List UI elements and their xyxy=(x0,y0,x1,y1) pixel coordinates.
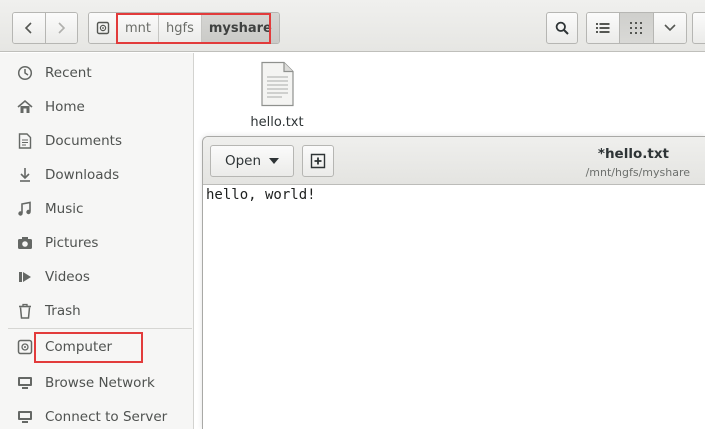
sidebar-item-label: Trash xyxy=(45,303,81,319)
sidebar-item-downloads[interactable]: Downloads xyxy=(0,161,193,189)
sidebar-item-trash[interactable]: Trash xyxy=(0,297,193,325)
home-icon xyxy=(15,97,35,117)
chevron-right-icon xyxy=(58,22,66,34)
search-button[interactable] xyxy=(546,12,578,44)
sidebar-item-label: Videos xyxy=(45,269,90,285)
new-document-icon xyxy=(310,153,326,169)
navigation-buttons xyxy=(12,12,78,44)
new-document-button[interactable] xyxy=(302,145,334,177)
sidebar-item-music[interactable]: Music xyxy=(0,195,193,223)
path-crumb-mnt[interactable]: mnt xyxy=(117,13,158,43)
view-mode-buttons xyxy=(586,12,687,44)
editor-text-area[interactable]: hello, world! xyxy=(206,187,316,203)
sidebar-separator xyxy=(8,328,192,329)
drive-icon xyxy=(96,21,110,35)
grid-view-button[interactable] xyxy=(619,13,653,43)
path-bar: mnt hgfs myshare xyxy=(88,12,280,44)
open-button[interactable]: Open xyxy=(210,145,294,177)
download-icon xyxy=(15,165,35,185)
editor-subtitle: /mnt/hgfs/myshare xyxy=(585,166,690,179)
drive-icon xyxy=(15,337,35,357)
sidebar-item-label: Connect to Server xyxy=(45,409,168,425)
sidebar-item-label: Recent xyxy=(45,65,92,81)
music-icon xyxy=(15,199,35,219)
list-icon xyxy=(596,23,610,33)
network-icon xyxy=(15,373,35,393)
sidebar-item-computer[interactable]: Computer xyxy=(0,333,193,361)
editor-headerbar: Open *hello.txt /mnt/hgfs/myshare xyxy=(203,137,705,185)
camera-icon xyxy=(15,233,35,253)
sidebar-item-home[interactable]: Home xyxy=(0,93,193,121)
sidebar-item-label: Home xyxy=(45,99,85,115)
grid-icon xyxy=(630,22,643,34)
sidebar-item-pictures[interactable]: Pictures xyxy=(0,229,193,257)
file-name: hello.txt xyxy=(250,115,304,130)
sidebar-item-label: Music xyxy=(45,201,84,217)
open-button-label: Open xyxy=(224,153,262,169)
video-icon xyxy=(15,267,35,287)
sidebar-item-label: Downloads xyxy=(45,167,120,183)
path-root-button[interactable] xyxy=(89,13,117,43)
chevron-down-icon xyxy=(664,24,676,32)
sidebar-item-browse-network[interactable]: Browse Network xyxy=(0,369,193,397)
editor-title: *hello.txt xyxy=(597,146,669,162)
sidebar-item-label: Computer xyxy=(45,339,113,355)
forward-button[interactable] xyxy=(44,13,77,43)
view-options-button[interactable] xyxy=(652,13,686,43)
menu-button[interactable] xyxy=(692,12,705,44)
document-icon xyxy=(15,131,35,151)
path-crumb-hgfs[interactable]: hgfs xyxy=(158,13,201,43)
file-item-hello-txt[interactable]: hello.txt xyxy=(242,61,312,130)
file-manager-headerbar: mnt hgfs myshare xyxy=(0,0,705,52)
search-icon xyxy=(555,21,569,35)
trash-icon xyxy=(15,301,35,321)
sidebar-item-connect-to-server[interactable]: Connect to Server xyxy=(0,403,193,429)
back-button[interactable] xyxy=(13,13,45,43)
text-editor-window: Open *hello.txt /mnt/hgfs/myshare hello,… xyxy=(202,136,705,429)
sidebar-item-videos[interactable]: Videos xyxy=(0,263,193,291)
caret-down-icon xyxy=(269,158,280,164)
text-file-icon xyxy=(261,61,294,107)
path-crumb-myshare[interactable]: myshare xyxy=(200,13,279,43)
sidebar-item-label: Browse Network xyxy=(45,375,155,391)
chevron-left-icon xyxy=(24,22,32,34)
sidebar-item-recent[interactable]: Recent xyxy=(0,59,193,87)
sidebar-item-label: Documents xyxy=(45,133,122,149)
list-view-button[interactable] xyxy=(587,13,620,43)
sidebar-item-documents[interactable]: Documents xyxy=(0,127,193,155)
sidebar-item-label: Pictures xyxy=(45,235,99,251)
places-sidebar: Recent Home Documents Downloads Music Pi… xyxy=(0,53,194,429)
clock-icon xyxy=(15,63,35,83)
server-icon xyxy=(15,407,35,427)
